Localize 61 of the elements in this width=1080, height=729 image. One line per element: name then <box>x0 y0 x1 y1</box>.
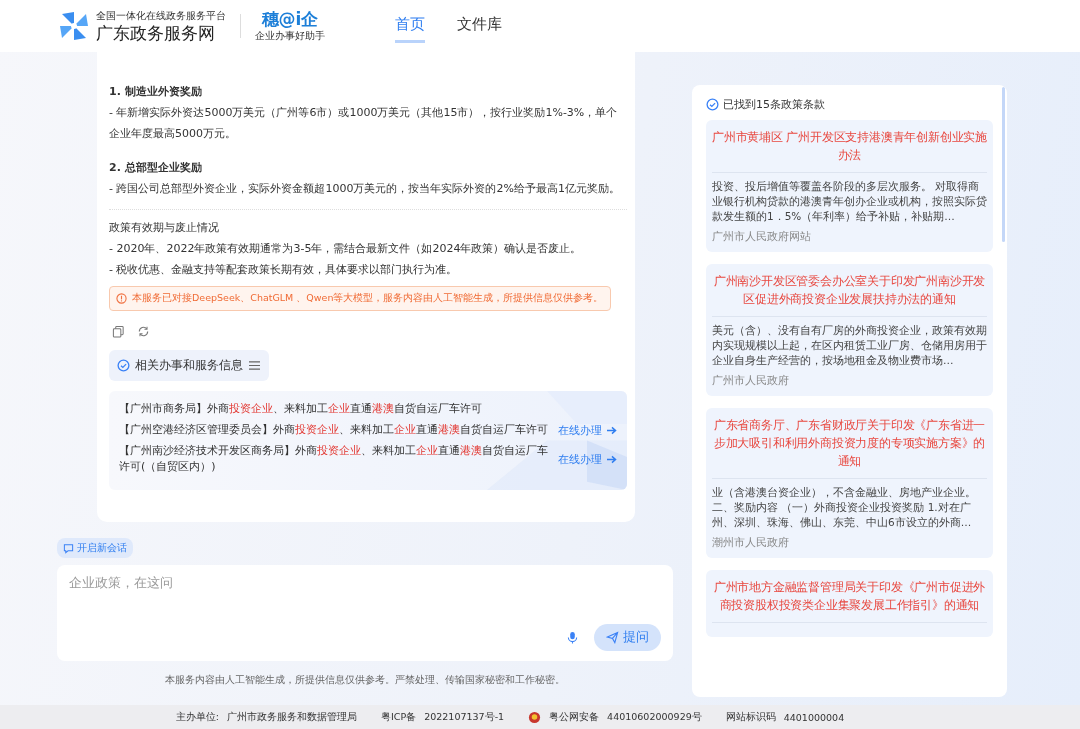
related-services-header[interactable]: 相关办事和服务信息 <box>109 350 269 381</box>
police-emblem-icon <box>528 710 542 724</box>
footer-label: 粤ICP备 <box>381 710 417 724</box>
related-services-title: 相关办事和服务信息 <box>135 358 243 373</box>
section-heading: 2. 总部型企业奖励 <box>109 160 203 176</box>
policy-excerpt: 业（含港澳台资企业），不含金融业、房地产业企业。二、奖励内容 （一）外商投资企业投资奖励 1.对在广州、深圳、珠海、佛山、东莞、中山6市设立的外商… <box>712 485 977 530</box>
arrow-right-icon <box>606 425 617 435</box>
footer-label: 主办单位: <box>175 710 219 724</box>
copy-icon[interactable] <box>112 325 125 338</box>
online-handle-link[interactable]: 在线办理 <box>558 422 617 438</box>
nav-tab[interactable]: 首页 <box>395 9 425 43</box>
pinwheel-logo-icon <box>58 10 90 42</box>
footer-label: 网站标识码 <box>725 710 776 724</box>
footer-value: 4401000004 <box>783 711 845 723</box>
answer-text: - 2020年、2022年政策有效期通常为3-5年，需结合最新文件（如2024年政策）确认是否废止。 <box>109 241 583 257</box>
nav-tab[interactable]: 文件库 <box>457 9 502 43</box>
service-item-link[interactable]: 【广州空港经济区管理委员会】外商投资企业、来料加工企业直通港澳自货自运厂车许可 <box>119 422 558 438</box>
policy-title[interactable]: 广州市黄埔区 广州开发区支持港澳青年创新创业实施办法 <box>712 128 987 164</box>
menu-icon <box>248 360 261 371</box>
policy-excerpt: 投资、投后增值等覆盖各阶段的多层次服务。 对取得商业银行机构贷款的港澳青年创办企业或机构，按照实际贷款发生额的1．5%（年利率）给予补贴，补贴期… <box>712 179 987 224</box>
policy-source: 广州市人民政府网站 <box>712 230 812 244</box>
microphone-icon[interactable] <box>567 631 578 644</box>
policy-title[interactable]: 广州市地方金融监督管理局关于印发《广州市促进外商投资股权投资类企业集聚发展工作指引》的通知 <box>712 578 987 614</box>
new-chat-button[interactable]: 开启新会话 <box>57 538 133 558</box>
brand-tagline: 企业办事好助手 <box>255 29 325 43</box>
platform-subtitle: 全国一体化在线政务服务平台 <box>96 9 226 23</box>
disclaimer-text: 本服务内容由人工智能生成，所提供信息仅供参考。严禁处理、传输国家秘密和工作秘密。 <box>164 673 566 687</box>
policy-excerpt: 美元（含）、没有自有厂房的外商投资企业，政策有效期内实现规模以上起，在区内租赁工业厂房、仓储用房用于企业自身生产经营的，按场地租金及物业费市场… <box>712 323 987 368</box>
footer-value: 广州市政务服务和数据管理局 <box>227 710 357 724</box>
answer-text: - 跨国公司总部型外资企业，实际外资金额超1000万美元的，按当年实际外资的2%给予最高1亿元奖励。 <box>109 181 621 197</box>
send-icon <box>606 631 619 644</box>
policy-card[interactable]: 广州市地方金融监督管理局关于印发《广州市促进外商投资股权投资类企业集聚发展工作指引》的通知 <box>706 570 993 637</box>
policy-source: 潮州市人民政府 <box>712 536 790 550</box>
arrow-right-icon <box>606 454 617 464</box>
answer-text: - 税收优惠、金融支持等配套政策长期有效，具体要求以部门执行为准。 <box>109 262 459 278</box>
service-item-link[interactable]: 【广州市商务局】外商投资企业、来料加工企业直通港澳自货自运厂车许可 <box>119 401 564 417</box>
footer-value: 44010602000929号 <box>607 710 702 724</box>
online-handle-link[interactable]: 在线办理 <box>558 451 617 467</box>
section-heading: 1. 制造业外资奖励 <box>109 84 203 100</box>
policy-title[interactable]: 广东省商务厅、广东省财政厅关于印发《广东省进一步加大吸引和利用外商投资力度的专项实施方案》的通知 <box>712 416 987 470</box>
policy-card[interactable]: 广东省商务厅、广东省财政厅关于印发《广东省进一步加大吸引和利用外商投资力度的专项实施方案》的通知 业（含港澳台资企业），不含金融业、房地产业企业。二、奖励内容 （一）外商投资企业投资奖励 1.对在广州、深圳、珠海、佛山、东莞、中山6市设立的外商… 潮州市人民政府 <box>706 408 993 558</box>
footer-value: 2022107137号-1 <box>424 710 505 724</box>
section-heading: 政策有效期与废止情况 <box>109 220 220 236</box>
service-item-link[interactable]: 【广州南沙经济技术开发区商务局】外商投资企业、来料加工企业直通港澳自货自运厂车许可(（自贸区内）) <box>119 443 558 475</box>
refresh-icon[interactable] <box>137 325 150 338</box>
policy-title[interactable]: 广州南沙开发区管委会办公室关于印发广州南沙开发区促进外商投资企业发展扶持办法的通知 <box>712 272 987 308</box>
site-name: 广东政务服务网 <box>96 23 216 43</box>
check-circle-icon <box>117 359 130 372</box>
ask-button[interactable]: 提问 <box>594 624 661 651</box>
info-icon <box>116 293 127 304</box>
check-circle-icon <box>706 98 719 111</box>
notice-text: 本服务已对接DeepSeek、ChatGLM 、Qwen等大模型，服务内容由人工智能生成，所提供信息仅供参考。 <box>132 292 604 305</box>
answer-text: - 年新增实际外资达5000万美元（广州等6市）或1000万美元（其他15市），按行业奖励1%-3%，单个企业年度最高5000万元。 <box>109 105 619 142</box>
question-input[interactable]: 企业政策，在这问 提问 <box>57 565 673 661</box>
policy-source: 广州市人民政府 <box>712 374 790 388</box>
policy-card[interactable]: 广州市黄埔区 广州开发区支持港澳青年创新创业实施办法 投资、投后增值等覆盖各阶段的多层次服务。 对取得商业银行机构贷款的港澳青年创办企业或机构，按照实际贷款发生额的1．5%（年利率）给予补贴，补贴期… 广州市人民政府网站 <box>706 120 993 252</box>
brand-logo: 穗@i企 <box>261 9 319 29</box>
footer-label: 粤公网安备 <box>549 710 600 724</box>
chat-bubble-icon <box>63 542 74 554</box>
policy-card[interactable]: 广州南沙开发区管委会办公室关于印发广州南沙开发区促进外商投资企业发展扶持办法的通知 美元（含）、没有自有厂房的外商投资企业，政策有效期内实现规模以上起，在区内租赁工业厂房、仓储用房用于企业自身生产经营的，按场地租金及物业费市场… 广州市人民政府 <box>706 264 993 396</box>
results-count: 已找到15条政策条款 <box>723 97 825 112</box>
